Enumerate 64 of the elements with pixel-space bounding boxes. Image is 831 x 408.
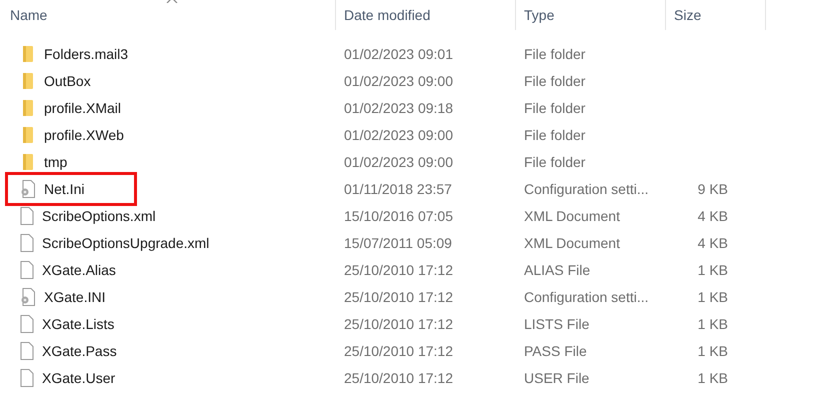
file-type: USER File bbox=[524, 370, 590, 386]
file-name[interactable]: XGate.INI bbox=[44, 288, 106, 304]
file-type: LISTS File bbox=[524, 316, 590, 332]
date-modified: 15/10/2016 07:05 bbox=[344, 208, 453, 224]
date-modified: 01/02/2023 09:00 bbox=[344, 72, 453, 88]
date-modified: 25/10/2010 17:12 bbox=[344, 342, 453, 358]
file-icon bbox=[20, 206, 34, 224]
settings-file-icon bbox=[20, 288, 36, 306]
file-type: Configuration setti... bbox=[524, 288, 649, 304]
file-name[interactable]: ScribeOptionsUpgrade.xml bbox=[42, 234, 210, 250]
file-name[interactable]: XGate.User bbox=[42, 370, 116, 386]
date-modified: 01/02/2023 09:01 bbox=[344, 46, 453, 62]
file-type: File folder bbox=[524, 100, 586, 116]
file-type: PASS File bbox=[524, 342, 587, 358]
file-size: 9 KB bbox=[698, 180, 728, 196]
file-type: File folder bbox=[524, 154, 586, 170]
date-modified: 01/02/2023 09:00 bbox=[344, 126, 453, 142]
date-modified: 25/10/2010 17:12 bbox=[344, 316, 453, 332]
file-type: XML Document bbox=[524, 208, 620, 224]
file-type: File folder bbox=[524, 46, 586, 62]
column-header[interactable]: Size bbox=[666, 0, 766, 30]
file-type: Configuration setti... bbox=[524, 180, 649, 196]
file-name[interactable]: Folders.mail3 bbox=[44, 46, 128, 62]
folder-icon bbox=[23, 126, 33, 142]
folder-icon bbox=[23, 46, 33, 62]
file-size: 1 KB bbox=[698, 262, 728, 278]
folder-icon bbox=[23, 72, 33, 88]
settings-file-icon bbox=[20, 180, 36, 198]
file-type: File folder bbox=[524, 72, 586, 88]
file-type: File folder bbox=[524, 126, 586, 142]
file-name[interactable]: profile.XWeb bbox=[44, 126, 124, 142]
file-size: 4 KB bbox=[698, 208, 728, 224]
file-type: XML Document bbox=[524, 234, 620, 250]
file-name[interactable]: XGate.Lists bbox=[42, 316, 114, 332]
file-name[interactable]: OutBox bbox=[44, 72, 91, 88]
file-name[interactable]: XGate.Alias bbox=[42, 262, 116, 278]
date-modified: 25/10/2010 17:12 bbox=[344, 262, 453, 278]
file-size: 1 KB bbox=[698, 288, 728, 304]
file-size: 1 KB bbox=[698, 316, 728, 332]
date-modified: 25/10/2010 17:12 bbox=[344, 288, 453, 304]
file-size: 1 KB bbox=[698, 342, 728, 358]
folder-icon bbox=[23, 100, 33, 116]
file-icon bbox=[20, 260, 34, 278]
file-name[interactable]: tmp bbox=[44, 154, 68, 170]
date-modified: 15/07/2011 05:09 bbox=[344, 234, 452, 250]
file-name[interactable]: XGate.Pass bbox=[42, 342, 117, 358]
file-type: ALIAS File bbox=[524, 262, 590, 278]
file-size: 4 KB bbox=[698, 234, 728, 250]
folder-icon bbox=[23, 154, 33, 170]
column-header[interactable]: Date modified bbox=[336, 0, 516, 30]
file-icon bbox=[20, 342, 34, 360]
column-header[interactable]: Name bbox=[0, 0, 336, 30]
date-modified: 25/10/2010 17:12 bbox=[344, 370, 453, 386]
file-icon bbox=[20, 314, 34, 332]
date-modified: 01/11/2018 23:57 bbox=[344, 180, 452, 196]
file-icon bbox=[20, 234, 34, 252]
file-name[interactable]: ScribeOptions.xml bbox=[42, 208, 156, 224]
date-modified: 01/02/2023 09:00 bbox=[344, 154, 453, 170]
date-modified: 01/02/2023 09:18 bbox=[344, 100, 453, 116]
file-size: 1 KB bbox=[698, 370, 728, 386]
file-name[interactable]: Net.Ini bbox=[44, 180, 84, 196]
column-header[interactable]: Type bbox=[516, 0, 666, 30]
file-name[interactable]: profile.XMail bbox=[44, 100, 122, 116]
file-icon bbox=[20, 368, 34, 386]
